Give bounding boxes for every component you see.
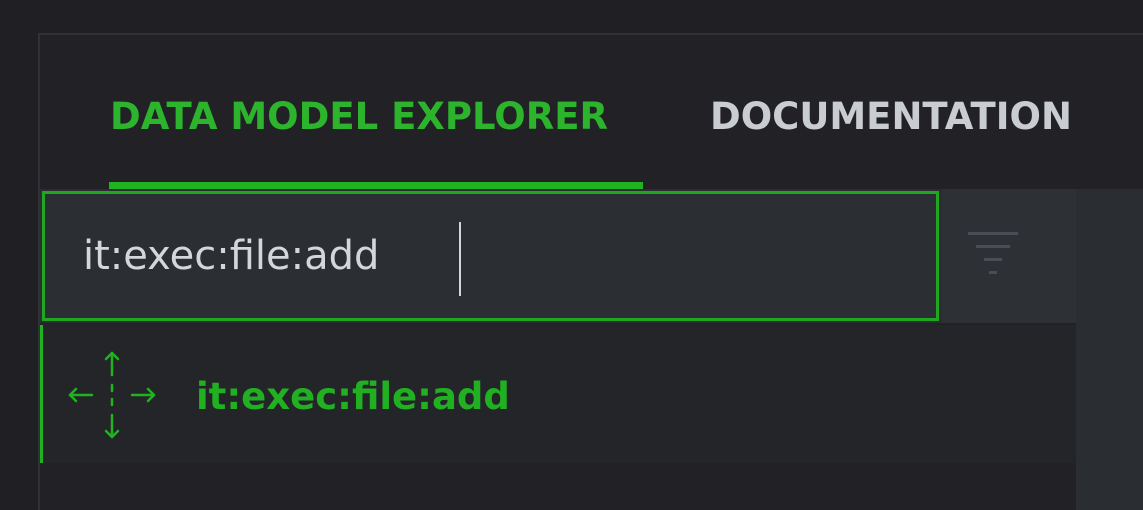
tab-bar: DATA MODEL EXPLORER DOCUMENTATION [40,35,1143,189]
move-arrows-icon [68,351,156,439]
filter-icon [968,232,1018,274]
tab-documentation[interactable]: DOCUMENTATION [710,95,1072,138]
search-box[interactable] [42,191,939,321]
results-scroll-gutter [1076,189,1143,510]
text-caret [459,222,461,296]
explorer-panel: DATA MODEL EXPLORER DOCUMENTATION it:exe… [38,33,1143,510]
search-row [40,189,1076,323]
tab-data-model-explorer[interactable]: DATA MODEL EXPLORER [110,95,608,138]
list-item[interactable]: it:exec:file:add [40,325,1076,463]
active-tab-indicator [109,182,643,189]
result-label: it:exec:file:add [196,375,510,418]
filter-button[interactable] [943,189,1076,323]
search-input[interactable] [83,226,903,286]
app-window: DATA MODEL EXPLORER DOCUMENTATION it:exe… [0,0,1143,510]
